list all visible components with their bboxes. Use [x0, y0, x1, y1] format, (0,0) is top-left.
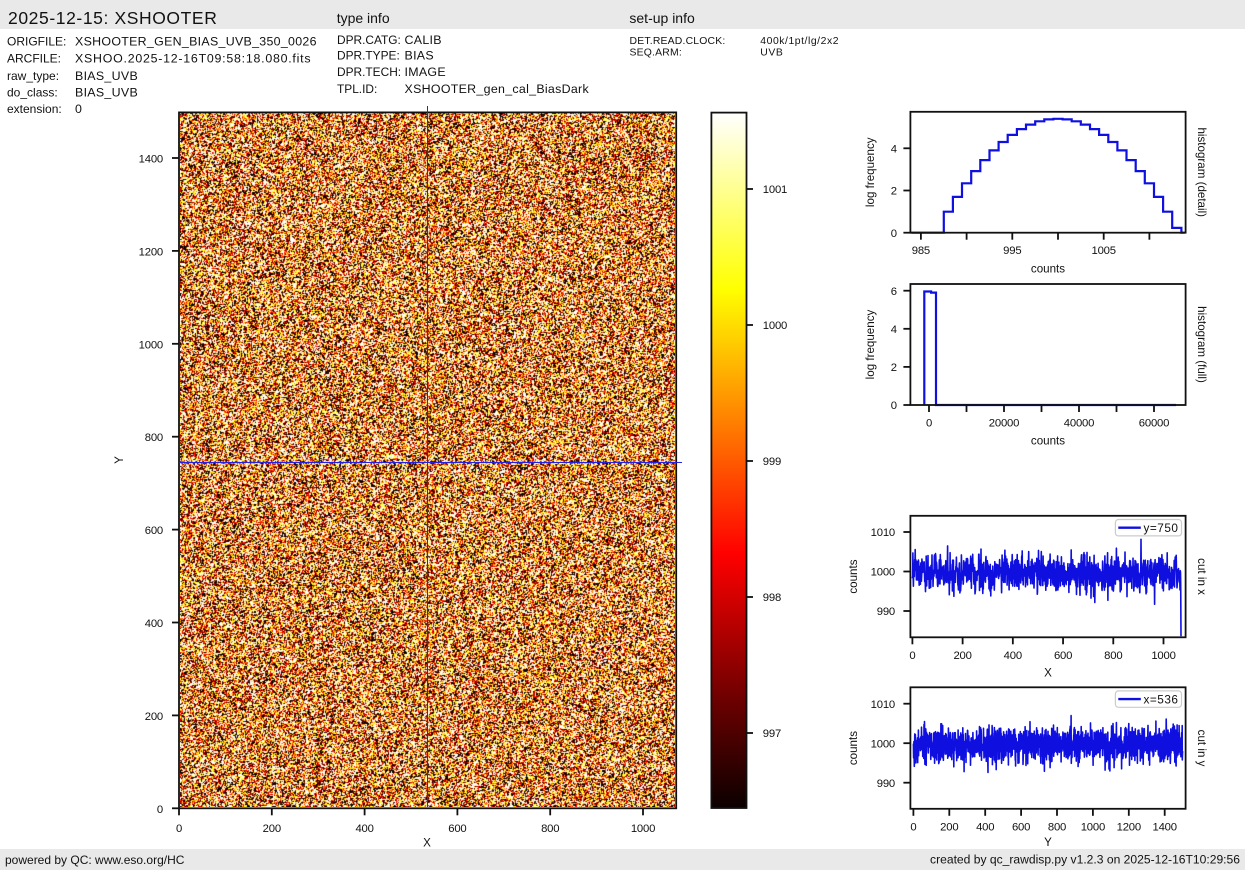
svg-text:400: 400 — [1004, 650, 1022, 662]
svg-text:CALIB: CALIB — [405, 33, 442, 47]
svg-text:1005: 1005 — [1092, 245, 1116, 257]
svg-text:990: 990 — [877, 778, 895, 790]
svg-text:histogram (full): histogram (full) — [1195, 306, 1208, 383]
svg-text:X: X — [1044, 667, 1052, 680]
svg-text:X: X — [423, 837, 431, 850]
svg-text:60000: 60000 — [1139, 418, 1169, 430]
svg-text:Y: Y — [1044, 836, 1052, 849]
svg-text:600: 600 — [1012, 821, 1030, 833]
svg-text:DPR.TECH:: DPR.TECH: — [337, 65, 401, 79]
svg-text:cut in x: cut in x — [1195, 558, 1208, 595]
svg-text:200: 200 — [940, 821, 958, 833]
svg-text:0: 0 — [75, 102, 82, 116]
svg-text:counts: counts — [1031, 435, 1065, 448]
svg-text:998: 998 — [763, 592, 781, 604]
svg-text:1400: 1400 — [139, 154, 163, 166]
svg-text:600: 600 — [145, 525, 163, 537]
svg-text:4: 4 — [891, 324, 897, 336]
svg-text:997: 997 — [763, 728, 781, 740]
svg-text:0: 0 — [176, 823, 182, 835]
svg-text:20000: 20000 — [989, 418, 1019, 430]
svg-text:1000: 1000 — [1151, 650, 1175, 662]
svg-text:UVB: UVB — [760, 48, 783, 59]
svg-text:powered by QC: www.eso.org/HC: powered by QC: www.eso.org/HC — [5, 853, 185, 867]
svg-text:985: 985 — [912, 245, 930, 257]
svg-text:600: 600 — [1054, 650, 1072, 662]
svg-text:IMAGE: IMAGE — [405, 65, 446, 79]
svg-text:0: 0 — [157, 804, 163, 816]
svg-text:995: 995 — [1003, 245, 1021, 257]
svg-text:2: 2 — [891, 186, 897, 198]
svg-text:XSHOO.2025-12-16T09:58:18.080.: XSHOO.2025-12-16T09:58:18.080.fits — [75, 52, 311, 66]
svg-text:2025-12-15: XSHOOTER: 2025-12-15: XSHOOTER — [8, 8, 217, 28]
svg-text:800: 800 — [541, 823, 559, 835]
svg-text:6: 6 — [891, 286, 897, 298]
svg-text:1000: 1000 — [1081, 821, 1105, 833]
svg-text:y=750: y=750 — [1144, 521, 1179, 535]
svg-text:400k/1pt/lg/2x2: 400k/1pt/lg/2x2 — [760, 36, 839, 47]
svg-text:XSHOOTER_GEN_BIAS_UVB_350_0026: XSHOOTER_GEN_BIAS_UVB_350_0026 — [75, 35, 317, 49]
svg-text:XSHOOTER_gen_cal_BiasDark: XSHOOTER_gen_cal_BiasDark — [405, 82, 590, 96]
svg-text:800: 800 — [1048, 821, 1066, 833]
svg-text:ARCFILE:: ARCFILE: — [7, 52, 61, 66]
svg-text:cut in y: cut in y — [1195, 730, 1208, 767]
svg-text:1000: 1000 — [871, 567, 895, 579]
svg-text:BIAS_UVB: BIAS_UVB — [75, 86, 138, 100]
svg-text:1010: 1010 — [871, 527, 895, 539]
svg-text:do_class:: do_class: — [7, 86, 58, 100]
svg-text:raw_type:: raw_type: — [7, 69, 59, 83]
svg-text:counts: counts — [847, 731, 860, 765]
svg-text:1200: 1200 — [139, 246, 163, 258]
svg-text:DPR.CATG:: DPR.CATG: — [337, 33, 401, 47]
svg-text:ORIGFILE:: ORIGFILE: — [7, 35, 66, 49]
svg-text:BIAS_UVB: BIAS_UVB — [75, 69, 138, 83]
svg-text:0: 0 — [909, 650, 915, 662]
svg-text:1000: 1000 — [871, 738, 895, 750]
svg-text:0: 0 — [891, 400, 897, 412]
svg-text:1000: 1000 — [631, 823, 655, 835]
svg-text:1200: 1200 — [1117, 821, 1141, 833]
svg-text:counts: counts — [1031, 263, 1065, 276]
svg-text:600: 600 — [448, 823, 466, 835]
svg-text:1001: 1001 — [763, 184, 787, 196]
svg-text:800: 800 — [1104, 650, 1122, 662]
svg-text:400: 400 — [355, 823, 373, 835]
svg-text:400: 400 — [145, 618, 163, 630]
svg-text:4: 4 — [891, 143, 897, 155]
svg-text:40000: 40000 — [1064, 418, 1094, 430]
svg-text:1000: 1000 — [763, 320, 787, 332]
svg-text:800: 800 — [145, 432, 163, 444]
svg-text:log frequency: log frequency — [864, 309, 877, 379]
svg-text:1000: 1000 — [139, 339, 163, 351]
svg-text:400: 400 — [976, 821, 994, 833]
svg-text:log frequency: log frequency — [864, 137, 877, 207]
svg-text:SEQ.ARM:: SEQ.ARM: — [630, 48, 682, 59]
svg-text:200: 200 — [145, 711, 163, 723]
svg-text:counts: counts — [847, 559, 860, 593]
svg-text:type info: type info — [337, 10, 390, 26]
svg-text:extension:: extension: — [7, 102, 62, 116]
svg-text:DPR.TYPE:: DPR.TYPE: — [337, 49, 400, 63]
svg-text:x=536: x=536 — [1144, 693, 1179, 707]
svg-text:1010: 1010 — [871, 699, 895, 711]
svg-text:TPL.ID:: TPL.ID: — [337, 82, 377, 96]
svg-text:999: 999 — [763, 456, 781, 468]
svg-text:1400: 1400 — [1153, 821, 1177, 833]
svg-text:990: 990 — [877, 606, 895, 618]
svg-text:DET.READ.CLOCK:: DET.READ.CLOCK: — [630, 36, 726, 47]
svg-text:0: 0 — [910, 821, 916, 833]
svg-text:set-up info: set-up info — [629, 10, 695, 26]
svg-text:Y: Y — [113, 456, 126, 464]
svg-text:200: 200 — [263, 823, 281, 835]
svg-text:created by qc_rawdisp.py v1.2.: created by qc_rawdisp.py v1.2.3 on 2025-… — [930, 853, 1240, 867]
svg-text:histogram (detail): histogram (detail) — [1195, 127, 1208, 217]
svg-text:0: 0 — [926, 418, 932, 430]
svg-text:BIAS: BIAS — [405, 49, 434, 63]
svg-text:0: 0 — [891, 228, 897, 240]
svg-text:2: 2 — [891, 362, 897, 374]
svg-text:200: 200 — [953, 650, 971, 662]
